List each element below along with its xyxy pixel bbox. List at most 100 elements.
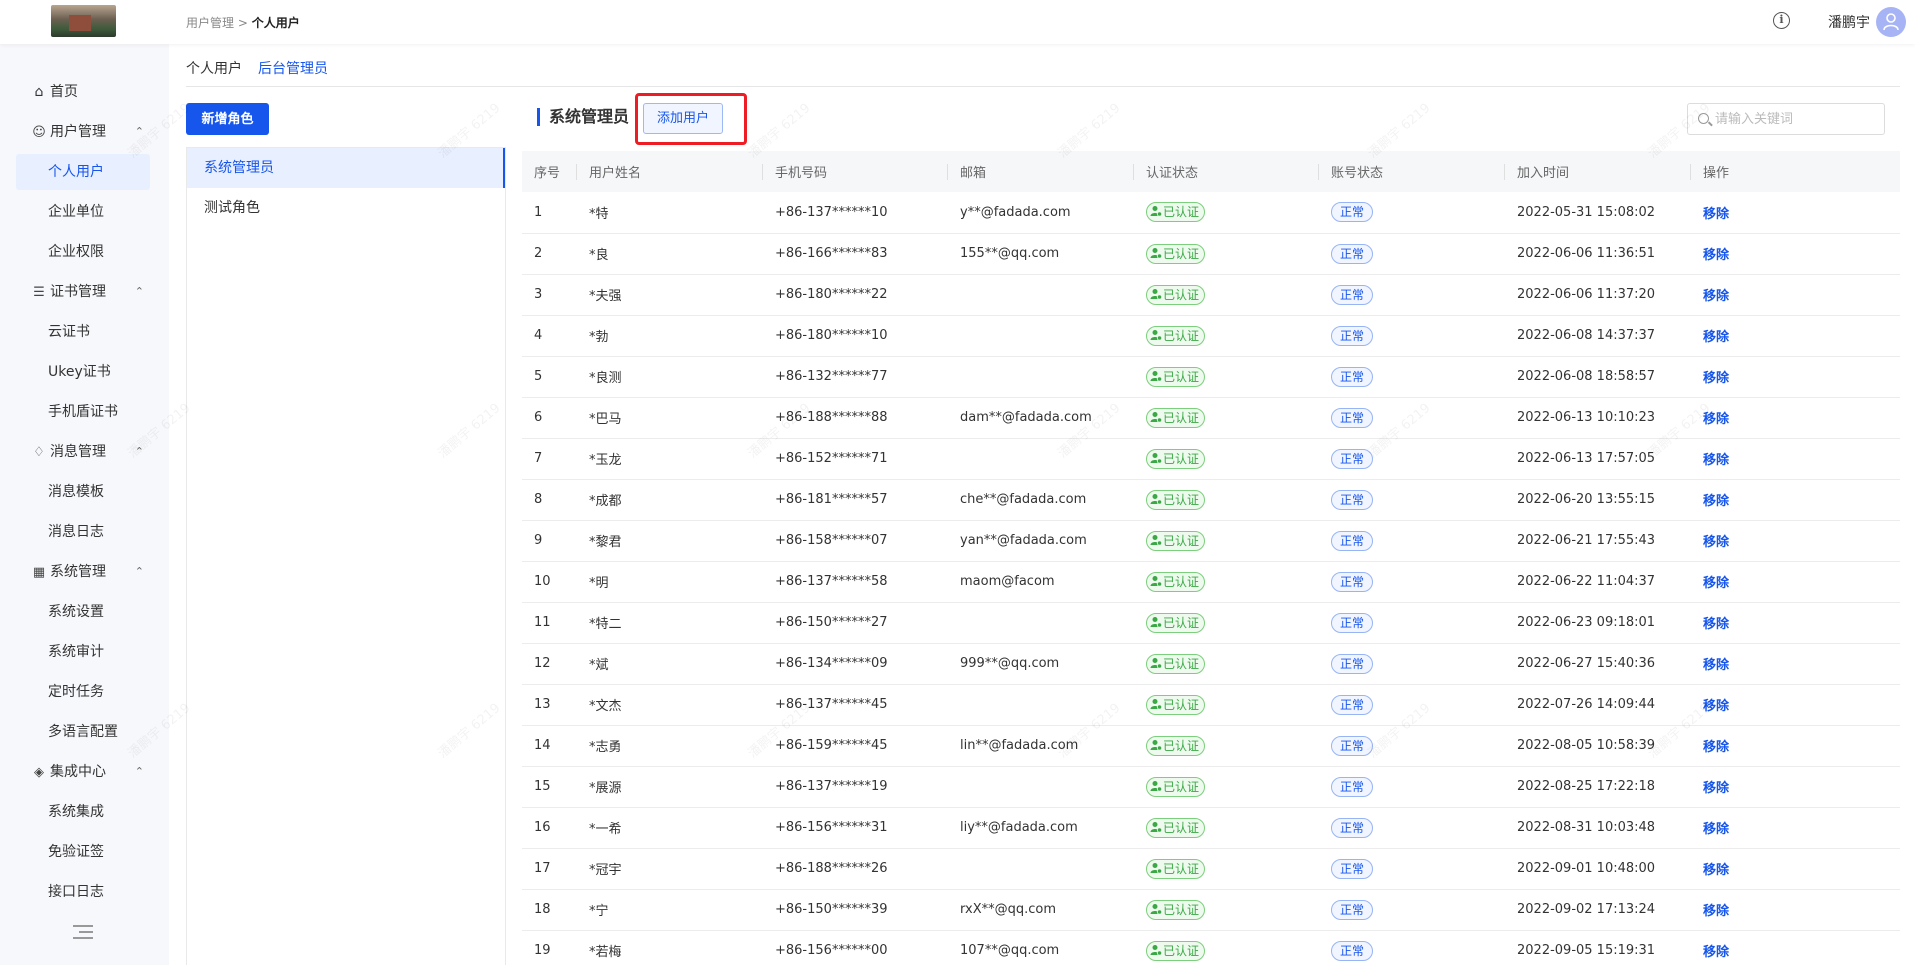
sidebar-group-3[interactable]: ▦ 系统管理 ⌃ (32, 554, 144, 590)
add-user-button[interactable]: 添加用户 (643, 103, 723, 134)
cell-join-time: 2022-09-01 10:48:00 (1505, 848, 1691, 890)
tab-personal-users[interactable]: 个人用户 (186, 58, 242, 78)
cell-join-time: 2022-07-26 14:09:44 (1505, 684, 1691, 726)
cell-join-time: 2022-05-31 15:08:02 (1505, 192, 1691, 234)
auth-status-badge: 已认证 (1146, 694, 1206, 715)
cell-account-status: 正常 (1319, 807, 1505, 849)
auth-status-badge: 已认证 (1146, 489, 1206, 510)
sidebar-item[interactable]: 云证书 (16, 314, 150, 350)
remove-link[interactable]: 移除 (1703, 740, 1729, 755)
cell-action: 移除 (1691, 602, 1900, 644)
remove-link[interactable]: 移除 (1703, 494, 1729, 509)
tab-admins[interactable]: 后台管理员 (258, 58, 328, 78)
cell-no: 15 (522, 766, 577, 808)
chevron-up-icon[interactable]: ⌃ (135, 274, 144, 310)
sidebar-group-2[interactable]: ♢ 消息管理 ⌃ (32, 434, 144, 470)
auth-status-label: 已认证 (1163, 902, 1200, 917)
cell-action: 移除 (1691, 766, 1900, 808)
sidebar-item[interactable]: 系统设置 (16, 594, 150, 630)
cell-auth-status: 已认证 (1134, 602, 1319, 644)
cell-action: 移除 (1691, 930, 1900, 965)
sidebar-group-4[interactable]: ◈ 集成中心 ⌃ (32, 754, 144, 790)
remove-link[interactable]: 移除 (1703, 289, 1729, 304)
user-check-icon (1150, 575, 1162, 587)
sidebar-item[interactable]: 系统集成 (16, 794, 150, 830)
chevron-up-icon[interactable]: ⌃ (135, 554, 144, 590)
cell-auth-status: 已认证 (1134, 397, 1319, 439)
cell-join-time: 2022-06-08 18:58:57 (1505, 356, 1691, 398)
sidebar-item[interactable]: 定时任务 (16, 674, 150, 710)
user-check-icon (1150, 698, 1162, 710)
sidebar-item[interactable]: 多语言配置 (16, 714, 150, 750)
sidebar-item-home[interactable]: ⌂ 首页 (32, 74, 166, 110)
cell-auth-status: 已认证 (1134, 438, 1319, 480)
remove-link[interactable]: 移除 (1703, 904, 1729, 919)
cell-account-status: 正常 (1319, 438, 1505, 480)
auth-status-label: 已认证 (1163, 287, 1200, 302)
auth-status-label: 已认证 (1163, 246, 1200, 261)
remove-link[interactable]: 移除 (1703, 453, 1729, 468)
username[interactable]: 潘鹏宇 (1828, 12, 1870, 32)
remove-link[interactable]: 移除 (1703, 781, 1729, 796)
remove-link[interactable]: 移除 (1703, 863, 1729, 878)
info-icon[interactable]: i (1773, 12, 1790, 29)
account-status-badge: 正常 (1331, 612, 1374, 633)
chevron-up-icon[interactable]: ⌃ (135, 434, 144, 470)
chevron-up-icon[interactable]: ⌃ (135, 754, 144, 790)
remove-link[interactable]: 移除 (1703, 945, 1729, 960)
remove-link[interactable]: 移除 (1703, 330, 1729, 345)
new-role-button[interactable]: 新增角色 (186, 103, 269, 135)
cell-email: 107**@qq.com (948, 930, 1134, 965)
cell-phone: +86-166******83 (763, 233, 948, 275)
remove-link[interactable]: 移除 (1703, 412, 1729, 427)
auth-status-label: 已认证 (1163, 615, 1200, 630)
auth-status-badge: 已认证 (1146, 940, 1206, 961)
cell-action: 移除 (1691, 561, 1900, 603)
cell-no: 7 (522, 438, 577, 480)
sidebar-item[interactable]: 手机盾证书 (16, 394, 150, 430)
search-input[interactable] (1715, 108, 1880, 130)
cell-name: *玉龙 (577, 438, 763, 480)
remove-link[interactable]: 移除 (1703, 658, 1729, 673)
role-item-test[interactable]: 测试角色 (187, 188, 505, 228)
remove-link[interactable]: 移除 (1703, 699, 1729, 714)
sidebar-item[interactable]: Ukey证书 (16, 354, 150, 390)
sidebar-group-0[interactable]: ☺ 用户管理 ⌃ (32, 114, 144, 150)
remove-link[interactable]: 移除 (1703, 207, 1729, 222)
sidebar-item[interactable]: 免验证签 (16, 834, 150, 870)
logo[interactable] (51, 5, 116, 37)
sidebar-item[interactable]: 系统审计 (16, 634, 150, 670)
remove-link[interactable]: 移除 (1703, 822, 1729, 837)
avatar[interactable] (1876, 7, 1906, 37)
remove-link[interactable]: 移除 (1703, 371, 1729, 386)
remove-link[interactable]: 移除 (1703, 535, 1729, 550)
cell-name: *黎君 (577, 520, 763, 562)
cell-account-status: 正常 (1319, 602, 1505, 644)
cell-no: 10 (522, 561, 577, 603)
auth-status-badge: 已认证 (1146, 612, 1206, 633)
remove-link[interactable]: 移除 (1703, 617, 1729, 632)
sidebar-item[interactable]: 个人用户 (16, 154, 150, 190)
sidebar-item[interactable]: 消息日志 (16, 514, 150, 550)
cell-join-time: 2022-06-06 11:37:20 (1505, 274, 1691, 316)
sidebar-item[interactable]: 消息模板 (16, 474, 150, 510)
cell-no: 5 (522, 356, 577, 398)
sidebar-group-1[interactable]: ☰ 证书管理 ⌃ (32, 274, 144, 310)
remove-link[interactable]: 移除 (1703, 248, 1729, 263)
auth-status-badge: 已认证 (1146, 858, 1206, 879)
account-status-badge: 正常 (1331, 694, 1374, 715)
column-header-label: 手机号码 (775, 166, 828, 181)
breadcrumb-parent[interactable]: 用户管理 (186, 16, 234, 30)
cell-name: *斌 (577, 643, 763, 685)
column-header-label: 加入时间 (1517, 166, 1570, 181)
chevron-up-icon[interactable]: ⌃ (135, 114, 144, 150)
user-check-icon (1150, 657, 1162, 669)
sidebar-item[interactable]: 企业单位 (16, 194, 150, 230)
remove-link[interactable]: 移除 (1703, 576, 1729, 591)
sidebar-item[interactable]: 接口日志 (16, 874, 150, 910)
role-item-system-admin[interactable]: 系统管理员 (187, 148, 505, 188)
sidebar-item[interactable]: 企业权限 (16, 234, 150, 270)
column-header-label: 账号状态 (1331, 166, 1384, 181)
collapse-menu-icon[interactable] (73, 925, 93, 941)
cell-phone: +86-180******22 (763, 274, 948, 316)
